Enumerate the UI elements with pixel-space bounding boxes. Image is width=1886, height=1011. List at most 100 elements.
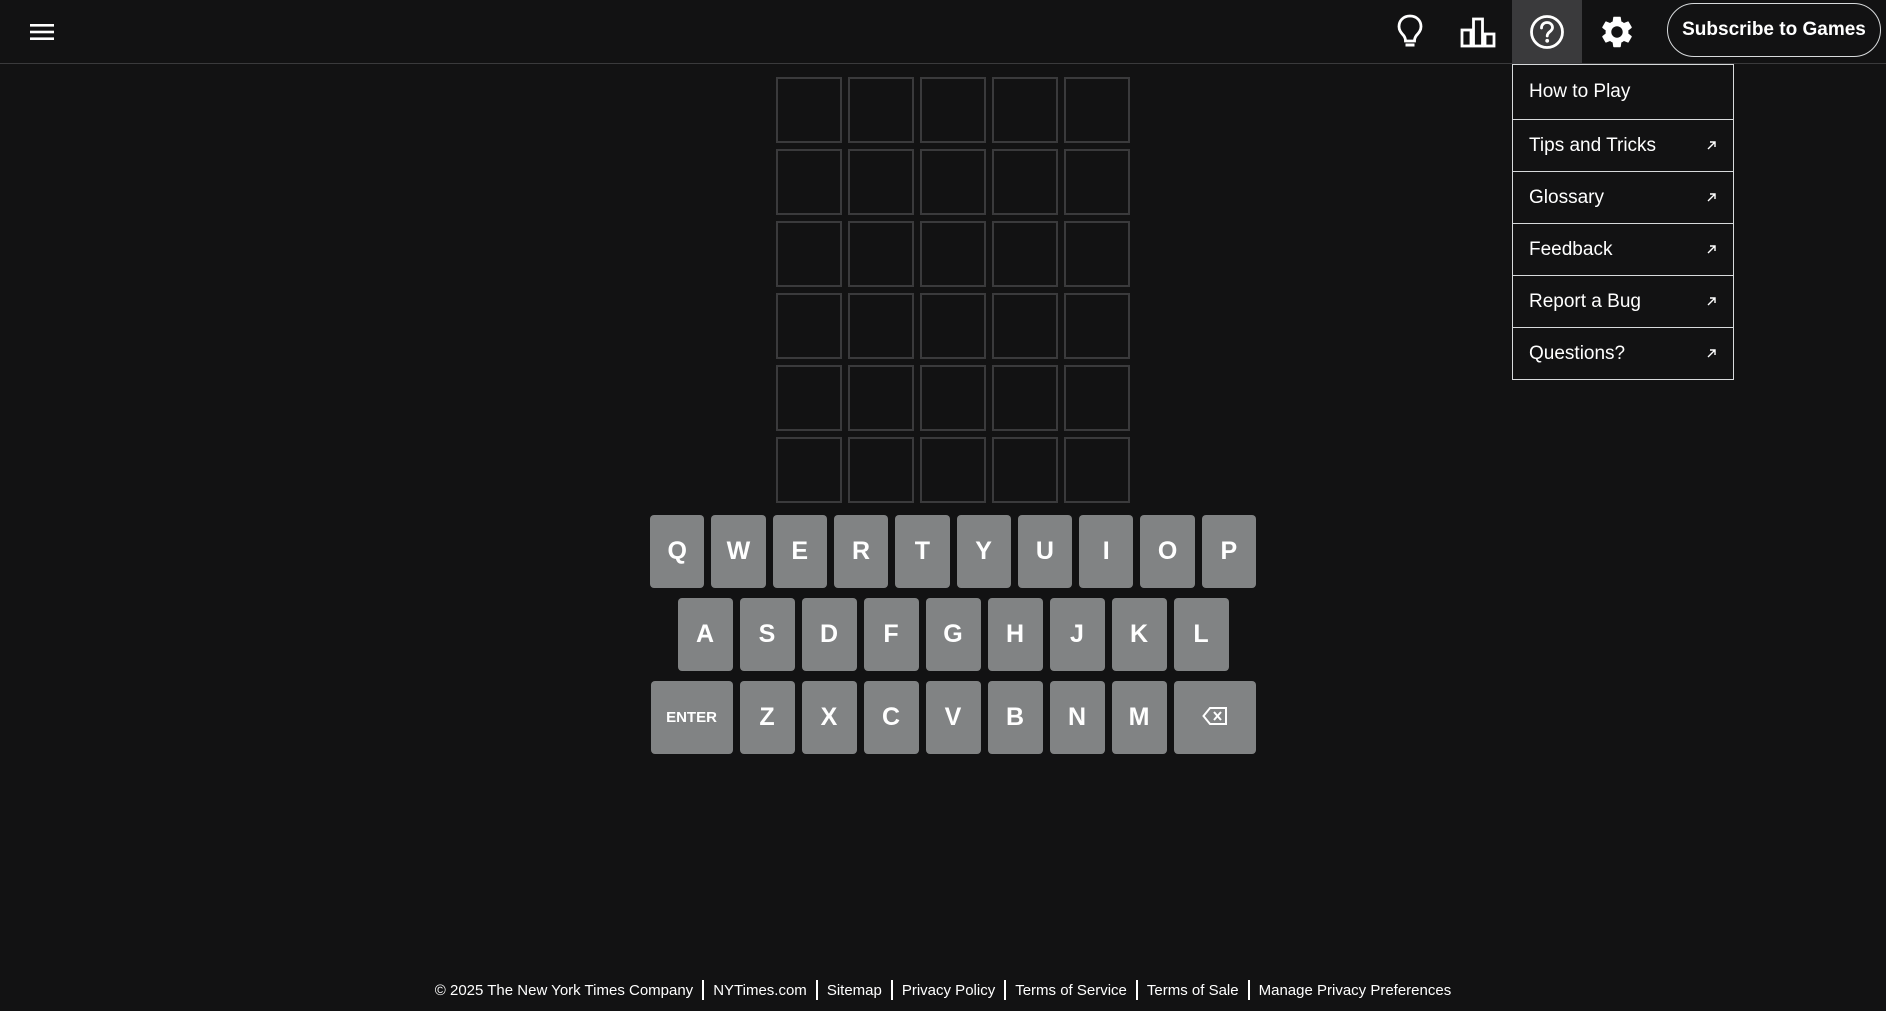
help-icon[interactable] [1512,0,1582,63]
footer-separator [890,980,893,1000]
footer-link-sitemap[interactable]: Sitemap [827,982,882,999]
board-tile [1064,293,1130,359]
key-m[interactable]: M [1111,681,1167,754]
footer: © 2025 The New York Times Company NYTime… [0,980,1886,1000]
key-x[interactable]: X [801,681,857,754]
key-o[interactable]: O [1140,515,1195,588]
help-menu-label: Questions? [1529,342,1626,364]
key-z[interactable]: Z [739,681,795,754]
key-a[interactable]: A [677,598,733,671]
footer-separator [1135,980,1138,1000]
help-menu: How to Play Tips and Tricks Glossary Fee… [1512,64,1734,380]
help-menu-feedback[interactable]: Feedback [1513,223,1733,275]
copyright-text: © 2025 The New York Times Company [434,981,694,999]
key-n[interactable]: N [1049,681,1105,754]
footer-link-privacy-policy[interactable]: Privacy Policy [902,982,995,999]
footer-separator [1247,980,1250,1000]
help-menu-how-to-play[interactable]: How to Play [1513,65,1733,119]
keyboard-row: A S D F G H J K L [650,598,1256,671]
external-link-icon [1705,296,1717,308]
help-menu-report-a-bug[interactable]: Report a Bug [1513,275,1733,327]
footer-link-terms-of-service[interactable]: Terms of Service [1015,982,1127,999]
key-c[interactable]: C [863,681,919,754]
key-p[interactable]: P [1201,515,1256,588]
help-menu-tips-and-tricks[interactable]: Tips and Tricks [1513,119,1733,171]
key-r[interactable]: R [833,515,889,588]
menu-icon[interactable] [22,14,62,50]
board-tile [776,77,842,143]
help-menu-questions[interactable]: Questions? [1513,327,1733,379]
help-menu-label: Feedback [1529,238,1613,260]
footer-separator [1004,980,1007,1000]
footer-link-terms-of-sale[interactable]: Terms of Sale [1147,982,1239,999]
enter-key[interactable]: ENTER [650,681,733,754]
keyboard-row: Q W E R T Y U I O P [650,515,1256,588]
key-l[interactable]: L [1173,598,1229,671]
board-tile [776,365,842,431]
key-g[interactable]: G [925,598,981,671]
gear-icon[interactable] [1582,0,1652,63]
key-u[interactable]: U [1017,515,1073,588]
external-link-icon [1705,140,1717,152]
external-link-icon [1705,348,1717,360]
key-f[interactable]: F [863,598,919,671]
footer-separator [815,980,818,1000]
board-tile [848,149,914,215]
key-w[interactable]: W [711,515,766,588]
key-e[interactable]: E [772,515,827,588]
key-j[interactable]: J [1049,598,1105,671]
footer-link-nytimes[interactable]: NYTimes.com [713,982,807,999]
board-tile [920,221,986,287]
subscribe-button[interactable]: Subscribe to Games [1667,3,1881,57]
board-tile [848,437,914,503]
footer-separator [702,980,705,1000]
board-tile [1064,149,1130,215]
help-menu-label: How to Play [1529,81,1631,102]
key-t[interactable]: T [895,515,950,588]
board-tile [776,437,842,503]
key-q[interactable]: Q [650,515,705,588]
board-tile [776,293,842,359]
key-v[interactable]: V [925,681,981,754]
backspace-icon [1201,706,1228,730]
board-tile [920,437,986,503]
key-b[interactable]: B [987,681,1043,754]
board-tile [776,221,842,287]
help-menu-label: Glossary [1529,186,1604,208]
board-tile [992,221,1058,287]
board-tile [1064,437,1130,503]
top-header: Subscribe to Games [0,0,1886,64]
board-tile [776,149,842,215]
key-h[interactable]: H [987,598,1043,671]
board-tile [1064,221,1130,287]
keyboard-row: ENTER Z X C V B N M [650,681,1256,754]
help-menu-glossary[interactable]: Glossary [1513,171,1733,223]
on-screen-keyboard: Q W E R T Y U I O P A S D F G H J K L EN… [650,515,1256,764]
board-tile [848,293,914,359]
board-tile [920,293,986,359]
board-tile [992,149,1058,215]
board-tile [992,293,1058,359]
board-tile [848,77,914,143]
key-k[interactable]: K [1111,598,1167,671]
board-tile [848,365,914,431]
key-i[interactable]: I [1079,515,1134,588]
board-tile [992,77,1058,143]
backspace-key[interactable] [1173,681,1256,754]
lightbulb-icon[interactable] [1375,0,1445,63]
board-tile [1064,365,1130,431]
external-link-icon [1705,192,1717,204]
game-board [776,77,1130,503]
key-y[interactable]: Y [956,515,1011,588]
board-tile [1064,77,1130,143]
board-tile [992,437,1058,503]
footer-link-manage-privacy[interactable]: Manage Privacy Preferences [1259,982,1452,999]
help-menu-label: Report a Bug [1529,290,1641,312]
key-s[interactable]: S [739,598,795,671]
key-d[interactable]: D [801,598,857,671]
board-tile [992,365,1058,431]
stats-icon[interactable] [1443,0,1513,63]
board-tile [920,77,986,143]
board-tile [920,149,986,215]
external-link-icon [1705,244,1717,256]
